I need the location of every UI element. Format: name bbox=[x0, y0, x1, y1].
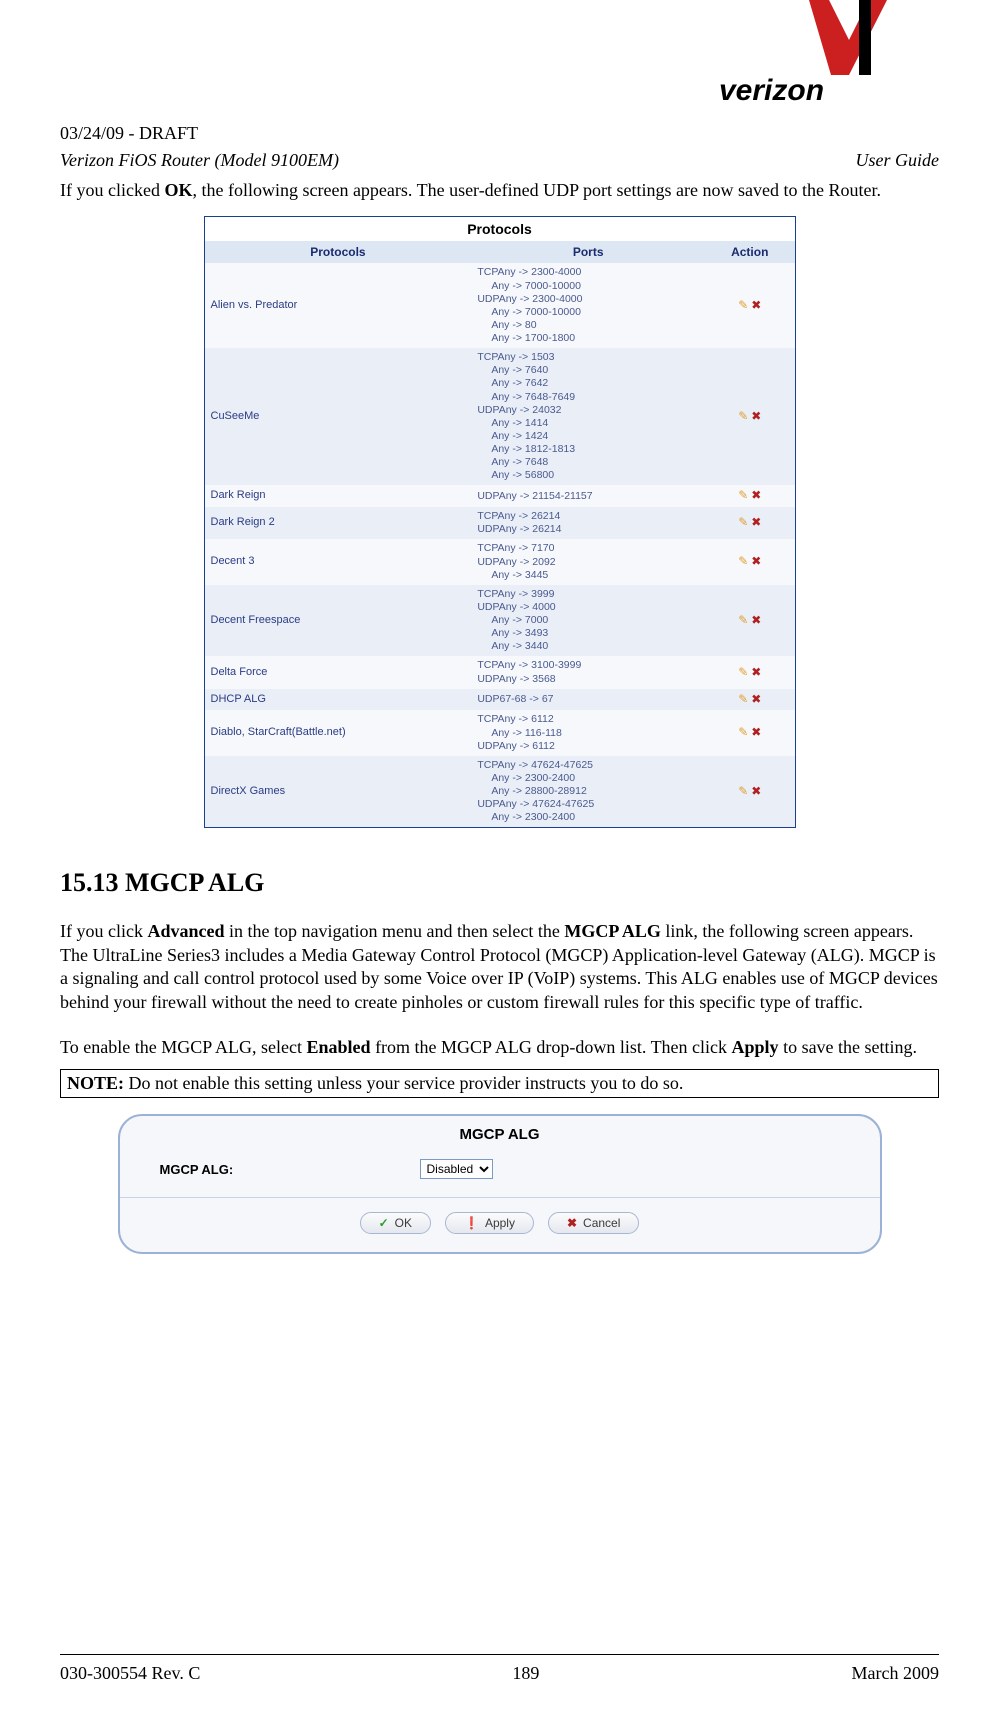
delete-icon[interactable]: ✖ bbox=[751, 692, 761, 707]
footer-divider bbox=[60, 1654, 939, 1655]
footer-center: 189 bbox=[512, 1663, 539, 1684]
protocols-header-ports: Ports bbox=[471, 241, 705, 263]
edit-icon[interactable]: ✎ bbox=[738, 554, 748, 569]
edit-icon[interactable]: ✎ bbox=[738, 692, 748, 707]
table-row: Dark ReignUDPAny -> 21154-21157✎✖ bbox=[205, 485, 795, 507]
verizon-logo: verizon bbox=[60, 0, 939, 115]
check-icon: ✓ bbox=[379, 1216, 389, 1230]
doc-title-left: Verizon FiOS Router (Model 9100EM) bbox=[60, 150, 339, 171]
doc-header-row: Verizon FiOS Router (Model 9100EM) User … bbox=[60, 150, 939, 171]
edit-icon[interactable]: ✎ bbox=[738, 488, 748, 503]
delete-icon[interactable]: ✖ bbox=[751, 488, 761, 503]
mgcp-alg-panel: MGCP ALG MGCP ALG: Disabled ✓ OK ❗ Apply… bbox=[118, 1114, 882, 1254]
delete-icon[interactable]: ✖ bbox=[751, 298, 761, 313]
table-row: Decent FreespaceTCPAny -> 3999 UDPAny ->… bbox=[205, 585, 795, 657]
edit-icon[interactable]: ✎ bbox=[738, 665, 748, 680]
delete-icon[interactable]: ✖ bbox=[751, 613, 761, 628]
ok-button[interactable]: ✓ OK bbox=[360, 1212, 431, 1234]
table-row: Dark Reign 2TCPAny -> 26214 UDPAny -> 26… bbox=[205, 507, 795, 539]
mgcp-panel-title: MGCP ALG bbox=[120, 1116, 880, 1155]
edit-icon[interactable]: ✎ bbox=[738, 409, 748, 424]
cancel-button[interactable]: ✖ Cancel bbox=[548, 1212, 639, 1234]
protocols-header-name: Protocols bbox=[205, 241, 472, 263]
exclaim-icon: ❗ bbox=[464, 1216, 479, 1230]
section-heading: 15.13 MGCP ALG bbox=[60, 868, 939, 898]
footer-row: 030-300554 Rev. C 189 March 2009 bbox=[60, 1663, 939, 1684]
intro-paragraph: If you clicked OK, the following screen … bbox=[60, 179, 939, 202]
table-row: Alien vs. PredatorTCPAny -> 2300-4000 An… bbox=[205, 263, 795, 348]
protocols-header-action: Action bbox=[705, 241, 795, 263]
protocols-table: Protocols Ports Action Alien vs. Predato… bbox=[205, 241, 795, 827]
table-row: DirectX GamesTCPAny -> 47624-47625 Any -… bbox=[205, 756, 795, 828]
doc-title-right: User Guide bbox=[856, 150, 940, 171]
edit-icon[interactable]: ✎ bbox=[738, 515, 748, 530]
delete-icon[interactable]: ✖ bbox=[751, 554, 761, 569]
draft-date-line: 03/24/09 - DRAFT bbox=[60, 123, 939, 144]
edit-icon[interactable]: ✎ bbox=[738, 613, 748, 628]
delete-icon[interactable]: ✖ bbox=[751, 515, 761, 530]
delete-icon[interactable]: ✖ bbox=[751, 784, 761, 799]
svg-text:verizon: verizon bbox=[719, 74, 824, 107]
table-row: Decent 3TCPAny -> 7170 UDPAny -> 2092 An… bbox=[205, 539, 795, 584]
protocols-title: Protocols bbox=[205, 217, 795, 241]
mgcp-alg-label: MGCP ALG: bbox=[160, 1162, 420, 1177]
edit-icon[interactable]: ✎ bbox=[738, 784, 748, 799]
delete-icon[interactable]: ✖ bbox=[751, 725, 761, 740]
paragraph-1: If you click Advanced in the top navigat… bbox=[60, 920, 939, 1014]
table-row: CuSeeMeTCPAny -> 1503 Any -> 7640 Any ->… bbox=[205, 348, 795, 485]
footer-right: March 2009 bbox=[852, 1663, 939, 1684]
mgcp-alg-select[interactable]: Disabled bbox=[420, 1159, 493, 1179]
table-row: Delta ForceTCPAny -> 3100-3999 UDPAny ->… bbox=[205, 656, 795, 688]
note-box: NOTE: Do not enable this setting unless … bbox=[60, 1069, 939, 1098]
paragraph-2: To enable the MGCP ALG, select Enabled f… bbox=[60, 1036, 939, 1059]
delete-icon[interactable]: ✖ bbox=[751, 409, 761, 424]
footer-left: 030-300554 Rev. C bbox=[60, 1663, 200, 1684]
cancel-icon: ✖ bbox=[567, 1216, 577, 1230]
delete-icon[interactable]: ✖ bbox=[751, 665, 761, 680]
apply-button[interactable]: ❗ Apply bbox=[445, 1212, 534, 1234]
intro-bold-ok: OK bbox=[164, 180, 192, 200]
edit-icon[interactable]: ✎ bbox=[738, 725, 748, 740]
edit-icon[interactable]: ✎ bbox=[738, 298, 748, 313]
table-row: DHCP ALGUDP67-68 -> 67✎✖ bbox=[205, 689, 795, 711]
table-row: Diablo, StarCraft(Battle.net)TCPAny -> 6… bbox=[205, 710, 795, 755]
protocols-screenshot: Protocols Protocols Ports Action Alien v… bbox=[204, 216, 796, 828]
